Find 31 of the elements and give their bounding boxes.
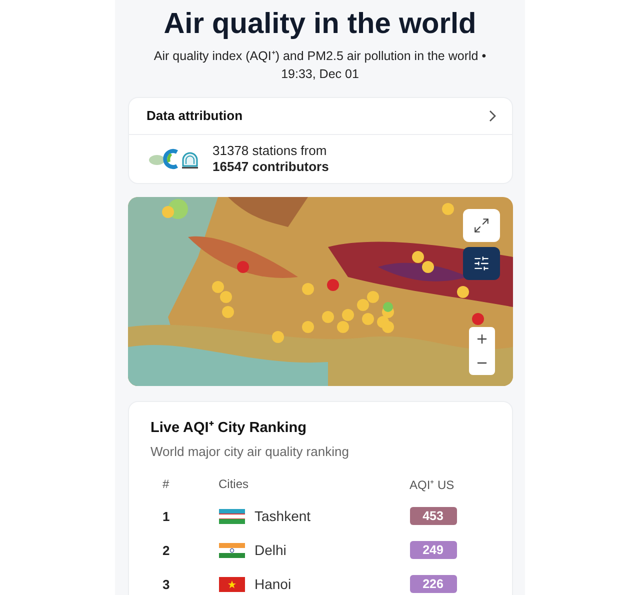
plus-icon [474, 332, 488, 346]
ranking-subtitle: World major city air quality ranking [150, 444, 350, 459]
flag-icon [218, 508, 244, 524]
aqi-value: 249 [410, 541, 456, 559]
page-subtitle: Air quality index (AQI⁺) and PM2.5 air pollution in the world • [154, 48, 486, 65]
ranking-title: Live AQI⁺ City Ranking [150, 419, 308, 436]
city-name[interactable]: Delhi [254, 542, 286, 558]
expand-button[interactable] [462, 209, 500, 242]
logo-icon [146, 148, 198, 170]
sliders-icon [472, 255, 490, 272]
aqi-value: 226 [410, 575, 456, 593]
contributors-count: 16547 contributors [212, 159, 329, 175]
city-name[interactable]: Hanoi [254, 576, 292, 592]
chevron-right-icon [488, 110, 496, 122]
filter-button[interactable] [462, 247, 500, 280]
attribution-title: Data attribution [146, 108, 243, 123]
column-header: AQI⁺ US [410, 476, 456, 494]
rank-number: 1 [162, 508, 171, 526]
column-header: # [162, 476, 170, 493]
rank-number: 3 [162, 576, 171, 594]
page-title: Air quality in the world [164, 8, 476, 41]
aqi-value: 453 [410, 507, 456, 525]
rank-number: 2 [162, 542, 171, 560]
timestamp: 19:33, Dec 01 [281, 66, 359, 83]
attribution-header[interactable]: Data attribution [128, 98, 512, 135]
flag-icon [218, 576, 244, 592]
city-name[interactable]: Tashkent [254, 508, 311, 524]
column-header: Cities [218, 476, 250, 493]
stations-count: 31378 stations from [212, 143, 328, 159]
expand-icon [472, 217, 490, 234]
flag-icon [218, 542, 244, 558]
